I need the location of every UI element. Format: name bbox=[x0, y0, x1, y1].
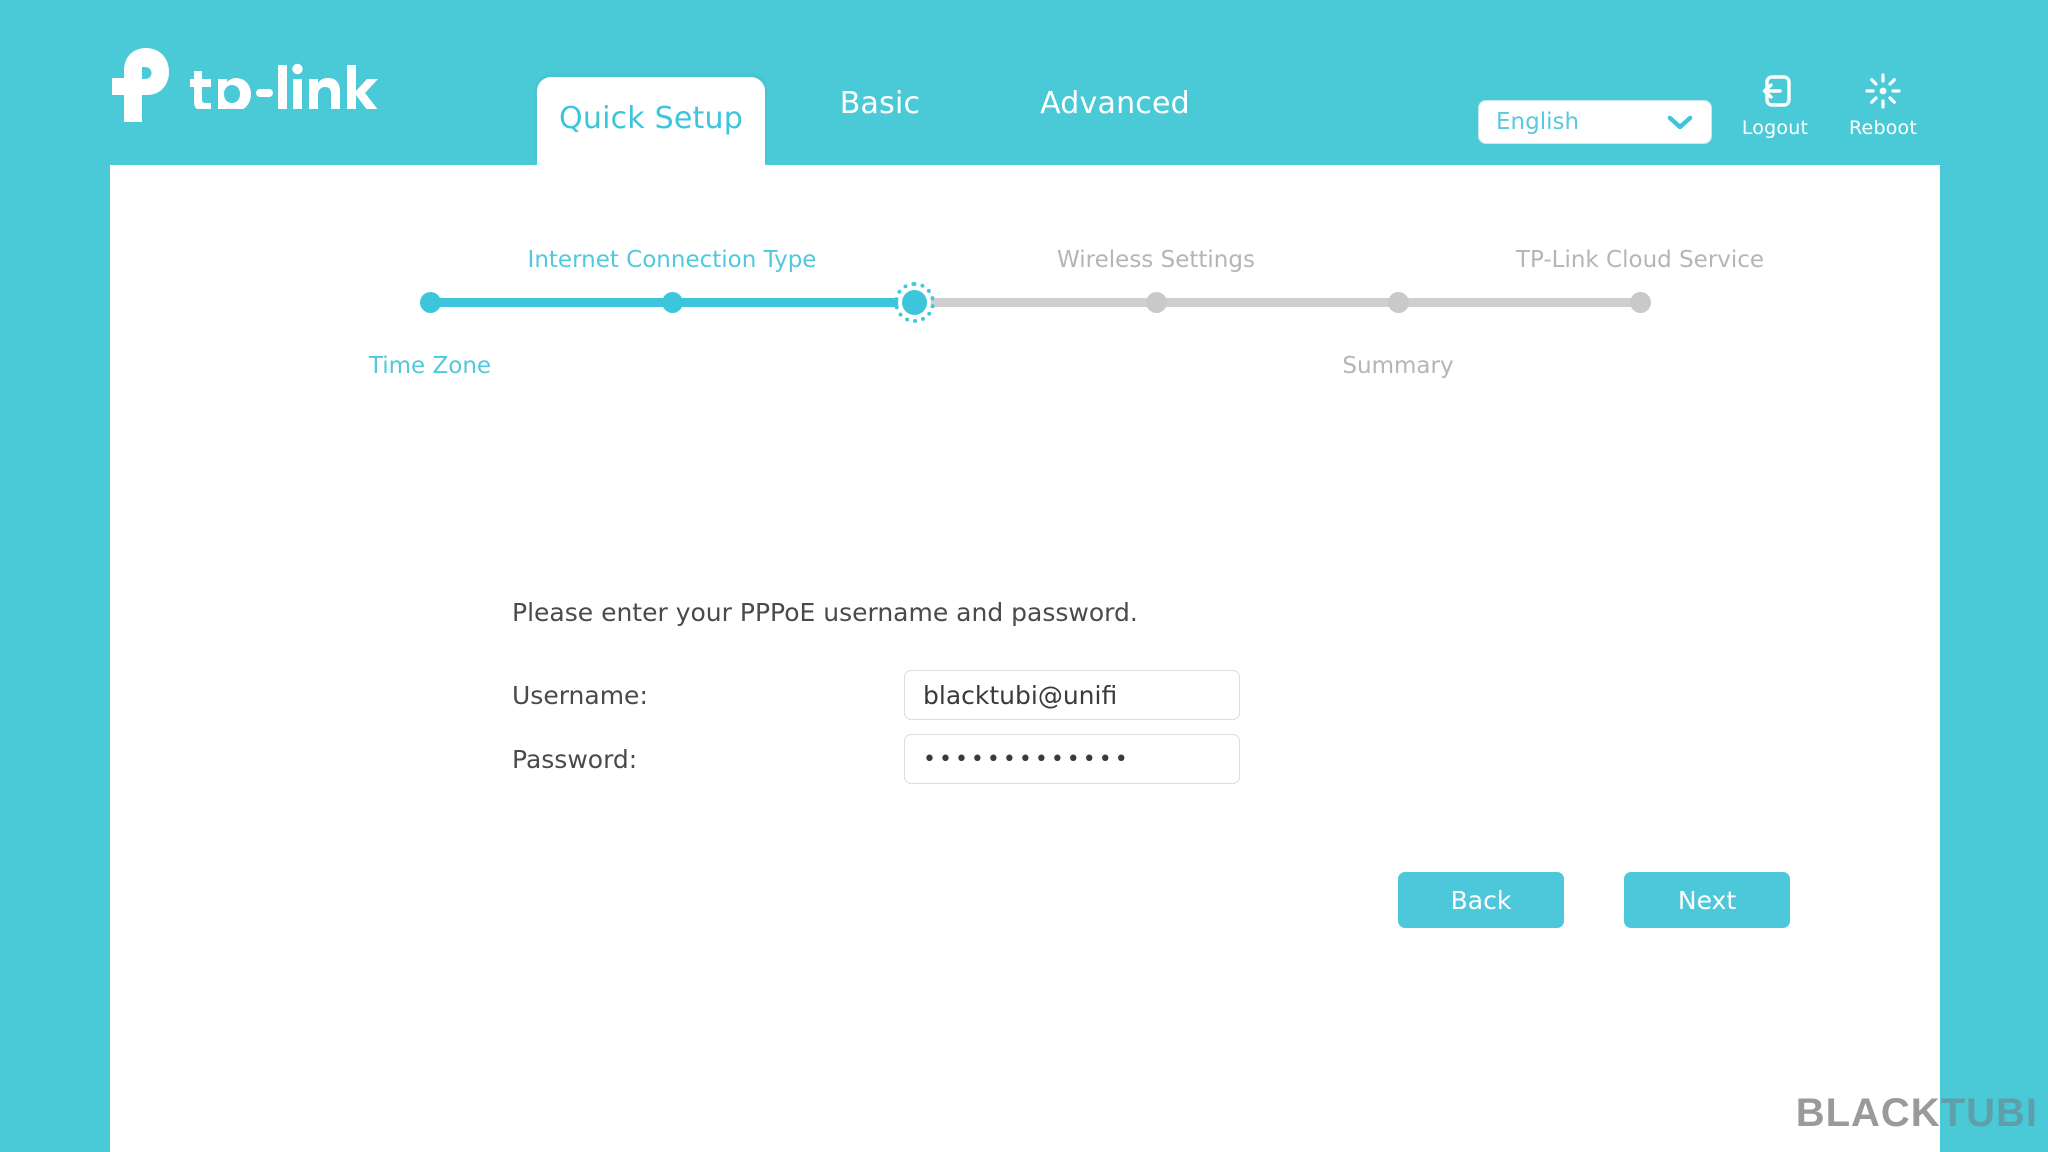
tplink-wordmark bbox=[190, 61, 386, 109]
logout-label: Logout bbox=[1742, 117, 1808, 139]
reboot-button[interactable]: Reboot bbox=[1823, 72, 1943, 139]
tplink-logo bbox=[110, 48, 386, 122]
app-header: Quick Setup Basic Advanced English Logou… bbox=[0, 0, 2048, 165]
reboot-label: Reboot bbox=[1849, 117, 1917, 139]
main-tabs: Quick Setup Basic Advanced bbox=[537, 0, 1235, 165]
watermark-part-a: BLACK bbox=[1796, 1091, 1941, 1135]
tab-quick-setup[interactable]: Quick Setup bbox=[537, 77, 765, 165]
stepper-dot-6[interactable] bbox=[1630, 292, 1651, 313]
step-label-tplink-cloud-service: TP-Link Cloud Service bbox=[1516, 247, 1764, 273]
form-hint: Please enter your PPPoE username and pas… bbox=[512, 598, 1138, 627]
tab-advanced-label: Advanced bbox=[1040, 86, 1190, 121]
tab-advanced[interactable]: Advanced bbox=[995, 86, 1235, 165]
form-actions: Back Next bbox=[1398, 872, 1790, 928]
step-label-internet-connection-type: Internet Connection Type bbox=[528, 247, 817, 273]
stepper-dot-2[interactable] bbox=[662, 292, 683, 313]
password-input[interactable] bbox=[904, 734, 1240, 784]
tplink-logo-icon bbox=[110, 48, 176, 122]
language-selector[interactable]: English bbox=[1478, 100, 1712, 144]
tab-basic-label: Basic bbox=[840, 86, 920, 121]
password-row: Password: bbox=[512, 734, 1240, 784]
tab-basic[interactable]: Basic bbox=[765, 86, 995, 165]
password-label: Password: bbox=[512, 745, 904, 774]
setup-progress-stepper: Time Zone Internet Connection Type Wirel… bbox=[110, 165, 1940, 380]
next-button[interactable]: Next bbox=[1624, 872, 1790, 928]
stepper-dot-4[interactable] bbox=[1146, 292, 1167, 313]
back-button[interactable]: Back bbox=[1398, 872, 1564, 928]
username-label: Username: bbox=[512, 681, 904, 710]
language-value: English bbox=[1479, 109, 1667, 135]
logout-icon bbox=[1758, 72, 1792, 110]
stepper-dot-1[interactable] bbox=[420, 292, 441, 313]
logout-button[interactable]: Logout bbox=[1715, 72, 1835, 139]
step-label-wireless-settings: Wireless Settings bbox=[1057, 247, 1255, 273]
stepper-dot-5[interactable] bbox=[1388, 292, 1409, 313]
tab-quick-setup-label: Quick Setup bbox=[559, 101, 743, 136]
username-input[interactable] bbox=[904, 670, 1240, 720]
reboot-icon bbox=[1865, 72, 1901, 110]
stepper-dot-3-active[interactable] bbox=[902, 290, 927, 315]
watermark-part-b: TUBI bbox=[1941, 1091, 2038, 1135]
step-label-time-zone: Time Zone bbox=[369, 353, 491, 379]
step-label-summary: Summary bbox=[1342, 353, 1453, 379]
chevron-down-icon bbox=[1667, 114, 1693, 130]
username-row: Username: bbox=[512, 670, 1240, 720]
content-panel: Time Zone Internet Connection Type Wirel… bbox=[110, 165, 1940, 1152]
watermark: BLACKTUBI bbox=[1796, 1091, 2038, 1136]
